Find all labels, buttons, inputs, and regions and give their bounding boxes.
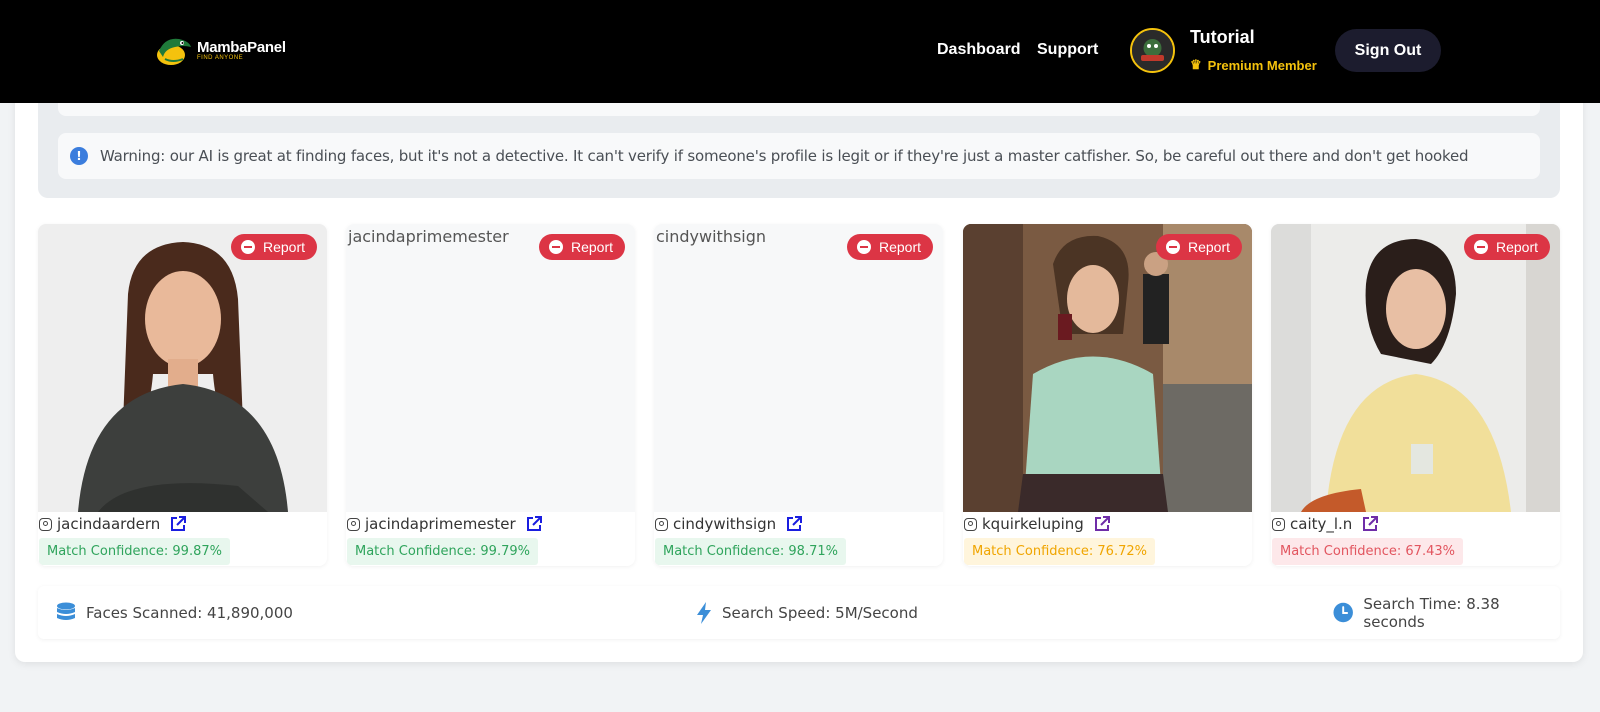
username: jacindaprimemester (365, 515, 516, 533)
minus-circle-icon (1165, 240, 1180, 254)
report-button[interactable]: Report (846, 234, 933, 260)
minus-circle-icon (1473, 240, 1488, 254)
match-confidence-badge: Match Confidence: 98.71% (655, 538, 846, 565)
faces-scanned-text: Faces Scanned: 41,890,000 (86, 603, 293, 622)
report-label: Report (1495, 239, 1538, 255)
stat-search-time: Search Time: 8.38 seconds (1333, 586, 1560, 639)
instagram-icon (964, 517, 977, 531)
match-confidence-badge: Match Confidence: 99.87% (39, 538, 230, 565)
result-photo[interactable]: Report (1271, 224, 1560, 512)
party-photo-image (1271, 224, 1560, 512)
card-username-row: jacindaprimemester (347, 515, 543, 533)
card-username-row: kquirkeluping (964, 515, 1111, 533)
snake-logo-icon (157, 38, 191, 65)
broken-image-alt: jacindaprimemester (348, 227, 509, 246)
report-label: Report (1187, 239, 1230, 255)
result-card: Report kquirkeluping Match Confidence: 7… (963, 224, 1252, 566)
search-time-text: Search Time: 8.38 seconds (1363, 594, 1500, 631)
premium-badge: ♛ Premium Member (1190, 57, 1317, 73)
match-confidence-badge: Match Confidence: 99.79% (347, 538, 538, 565)
premium-label: Premium Member (1207, 57, 1317, 73)
portrait-image (38, 224, 327, 512)
minus-circle-icon (856, 240, 871, 254)
instagram-icon (1272, 517, 1285, 531)
broken-image-alt: cindywithsign (656, 227, 767, 246)
report-label: Report (878, 239, 921, 255)
result-card: Report caity_l.n Match Confidence: 67.43… (1271, 224, 1560, 566)
stat-search-speed: Search Speed: 5M/Second (696, 586, 918, 639)
stat-faces-scanned: Faces Scanned: 41,890,000 (56, 586, 293, 639)
report-button[interactable]: Report (1463, 234, 1550, 260)
avatar[interactable] (1130, 28, 1175, 73)
crown-icon: ♛ (1190, 57, 1202, 72)
report-button[interactable]: Report (230, 234, 317, 260)
user-name: Tutorial (1190, 27, 1255, 47)
report-label: Report (570, 239, 613, 255)
instagram-icon (347, 517, 360, 531)
result-photo[interactable]: Report (38, 224, 327, 512)
external-link-icon[interactable] (1093, 515, 1111, 533)
username: cindywithsign (673, 515, 777, 533)
warning-alert: ! Warning: our AI is great at finding fa… (58, 133, 1540, 179)
card-username-row: cindywithsign (655, 515, 803, 533)
external-link-icon[interactable] (785, 515, 803, 533)
match-confidence-badge: Match Confidence: 67.43% (1272, 538, 1463, 565)
result-photo[interactable]: jacindaprimemester Report (346, 224, 635, 512)
database-icon (57, 602, 75, 620)
nav-support[interactable]: Support (1037, 41, 1098, 59)
card-username-row: caity_l.n (1272, 515, 1379, 533)
username: jacindaardern (57, 515, 161, 533)
username: caity_l.n (1290, 515, 1353, 533)
match-confidence-badge: Match Confidence: 76.72% (964, 538, 1155, 565)
top-navbar: MambaPanel FIND ANYONE Dashboard Support… (0, 0, 1600, 103)
logo-name: MambaPanel (197, 39, 286, 56)
lightning-icon (697, 601, 711, 624)
sign-out-button[interactable]: Sign Out (1335, 29, 1441, 72)
external-link-icon[interactable] (525, 515, 543, 533)
cafe-photo-image (963, 224, 1252, 512)
result-card: Report jacindaardern Match Confidence: 9… (38, 224, 327, 566)
report-label: Report (262, 239, 305, 255)
minus-circle-icon (548, 240, 563, 254)
logo[interactable]: MambaPanel FIND ANYONE (155, 33, 286, 67)
report-button[interactable]: Report (538, 234, 625, 260)
external-link-icon[interactable] (1361, 515, 1379, 533)
username: kquirkeluping (982, 515, 1084, 533)
instagram-icon (39, 517, 52, 531)
clock-icon (1333, 602, 1353, 623)
result-card: jacindaprimemester Report jacindaprimeme… (346, 224, 635, 566)
minus-circle-icon (240, 240, 255, 254)
card-username-row: jacindaardern (39, 515, 187, 533)
info-icon: ! (70, 147, 88, 165)
result-photo[interactable]: Report (963, 224, 1252, 512)
external-link-icon[interactable] (169, 515, 187, 533)
result-photo[interactable]: cindywithsign Report (654, 224, 943, 512)
search-stats-bar: Faces Scanned: 41,890,000 Search Speed: … (38, 586, 1560, 639)
report-button[interactable]: Report (1155, 234, 1242, 260)
warning-text: Warning: our AI is great at finding face… (100, 147, 1469, 165)
nav-dashboard[interactable]: Dashboard (937, 41, 1021, 59)
search-speed-text: Search Speed: 5M/Second (722, 603, 918, 622)
result-card: cindywithsign Report cindywithsign Match… (654, 224, 943, 566)
instagram-icon (655, 517, 668, 531)
avatar-image (1132, 30, 1173, 71)
